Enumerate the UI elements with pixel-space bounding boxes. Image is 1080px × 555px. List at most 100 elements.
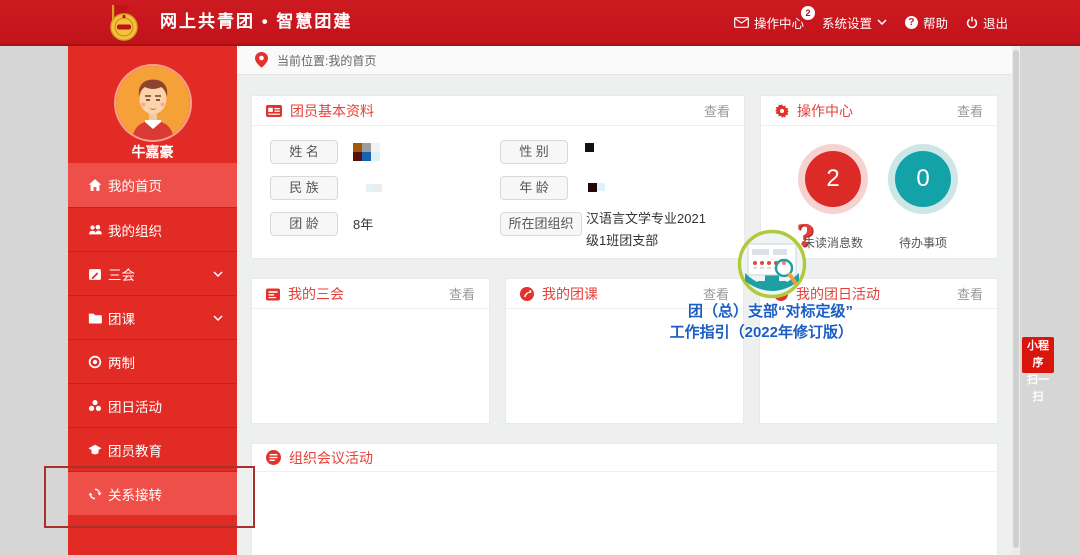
- field-name: 姓 名: [270, 139, 380, 164]
- breadcrumb-text: 当前位置:我的首页: [277, 52, 376, 69]
- field-gender: 性 别: [500, 139, 594, 164]
- todo-items-circle[interactable]: 0: [888, 144, 958, 214]
- gear-icon: [775, 104, 789, 118]
- field-label: 所在团组织: [500, 212, 582, 236]
- my-courses-card: 我的团课 查看: [505, 278, 744, 424]
- field-label: 民 族: [270, 176, 338, 200]
- nav-label: 操作中心: [754, 13, 804, 32]
- recycle-icon: [88, 399, 102, 413]
- card-header: 组织会议活动: [252, 444, 997, 472]
- education-icon: [88, 443, 102, 457]
- card-title: 团员基本资料: [290, 101, 374, 121]
- target-icon: [88, 355, 102, 369]
- scrollbar-thumb[interactable]: [1013, 50, 1019, 548]
- field-value: 8年: [353, 214, 373, 233]
- users-icon: [88, 223, 102, 237]
- card-header: 团员基本资料 查看: [252, 96, 744, 126]
- sidebar-item-relation-transfer[interactable]: 关系接转: [68, 471, 237, 515]
- nav-help[interactable]: 帮助: [905, 13, 948, 32]
- sidebar-menu: 我的首页 我的组织 三会: [68, 163, 237, 515]
- view-link[interactable]: 查看: [957, 284, 983, 303]
- sidebar-item-label: 团日活动: [108, 396, 162, 416]
- field-ethnicity: 民 族: [270, 175, 382, 200]
- field-label: 性 别: [500, 140, 568, 164]
- app-root: 网上共青团 • 智慧团建 操作中心 2 系统设置 帮助: [0, 0, 1080, 555]
- sidebar-item-league-day[interactable]: 团日活动: [68, 383, 237, 427]
- miniprogram-scan-badge[interactable]: 小程序 扫一扫: [1022, 337, 1054, 373]
- redacted-value: [585, 143, 594, 152]
- view-link[interactable]: 查看: [449, 284, 475, 303]
- help-widget-button[interactable]: ?: [737, 229, 807, 299]
- calendar-icon: [266, 287, 280, 301]
- nav-logout[interactable]: 退出: [966, 13, 1008, 32]
- app-header: 网上共青团 • 智慧团建 操作中心 2 系统设置 帮助: [0, 0, 1080, 46]
- org-meetings-card: 组织会议活动: [251, 443, 998, 555]
- announcement-line1: 团（总）支部“对标定级”: [552, 301, 853, 322]
- sidebar-item-meetings[interactable]: 三会: [68, 251, 237, 295]
- breadcrumb: 当前位置:我的首页: [237, 46, 1012, 75]
- redacted-value: [366, 184, 382, 192]
- announcement-link[interactable]: 团（总）支部“对标定级” 工作指引（2022年修订版）: [552, 301, 853, 343]
- chevron-down-icon: [213, 315, 223, 321]
- sidebar-item-member-education[interactable]: 团员教育: [68, 427, 237, 471]
- question-mark-icon: ?: [796, 219, 814, 254]
- sync-icon: [88, 487, 102, 501]
- nav-label: 退出: [983, 13, 1008, 32]
- member-info-card: 团员基本资料 查看 姓 名 性 别 民 族 年 龄: [251, 95, 745, 259]
- nav-label: 帮助: [923, 13, 948, 32]
- user-name: 牛嘉豪: [68, 142, 237, 162]
- field-label: 年 龄: [500, 176, 568, 200]
- sidebar-item-label: 关系接转: [108, 484, 162, 504]
- sidebar-item-organization[interactable]: 我的组织: [68, 207, 237, 251]
- question-icon: [905, 16, 918, 29]
- user-avatar: [116, 66, 190, 140]
- stat-value: 0: [895, 151, 951, 207]
- sidebar-item-home[interactable]: 我的首页: [68, 163, 237, 207]
- nav-system-settings[interactable]: 系统设置: [822, 13, 887, 32]
- field-label: 团 龄: [270, 212, 338, 236]
- view-link[interactable]: 查看: [704, 101, 730, 120]
- card-title: 操作中心: [797, 101, 853, 121]
- chevron-down-icon: [877, 19, 887, 25]
- sidebar-item-label: 两制: [108, 352, 135, 372]
- stat-value: 2: [805, 151, 861, 207]
- power-icon: [966, 16, 978, 29]
- field-age: 年 龄: [500, 175, 605, 200]
- sidebar-item-label: 团课: [108, 308, 135, 328]
- sidebar-item-courses[interactable]: 团课: [68, 295, 237, 339]
- card-title: 组织会议活动: [289, 448, 373, 468]
- sidebar-item-two-systems[interactable]: 两制: [68, 339, 237, 383]
- field-label: 姓 名: [270, 140, 338, 164]
- sidebar-item-label: 我的组织: [108, 220, 162, 240]
- course-icon: [520, 287, 534, 301]
- view-link[interactable]: 查看: [957, 101, 983, 120]
- sidebar-item-label: 三会: [108, 264, 135, 284]
- my-league-day-card: 我的团日活动 查看: [759, 278, 998, 424]
- home-icon: [88, 178, 102, 192]
- nav-operation-center[interactable]: 操作中心 2: [734, 13, 804, 32]
- nav-label: 系统设置: [822, 13, 872, 32]
- header-nav: 操作中心 2 系统设置 帮助 退出: [734, 0, 1008, 44]
- chevron-down-icon: [213, 271, 223, 277]
- field-league-age: 团 龄 8年: [270, 211, 373, 236]
- redacted-value: [353, 143, 380, 161]
- redacted-value: [588, 183, 605, 192]
- unread-messages-circle[interactable]: 2: [798, 144, 868, 214]
- announcement-line2: 工作指引（2022年修订版）: [552, 322, 853, 343]
- card-header: 我的三会 查看: [252, 279, 489, 309]
- field-organization: 所在团组织: [500, 211, 582, 236]
- vertical-scrollbar[interactable]: [1012, 46, 1020, 555]
- envelope-icon: [734, 17, 749, 28]
- badge-line2: 扫一扫: [1022, 372, 1054, 406]
- location-pin-icon: [255, 52, 268, 68]
- document-icon: [266, 450, 281, 465]
- card-title: 我的三会: [288, 284, 344, 304]
- my-meetings-card: 我的三会 查看: [251, 278, 490, 424]
- folder-icon: [88, 311, 102, 325]
- organization-value: 汉语言文学专业2021级1班团支部: [586, 208, 716, 252]
- notification-badge: 2: [801, 6, 815, 20]
- page-title: 网上共青团 • 智慧团建: [160, 0, 352, 44]
- sidebar: 牛嘉豪 我的首页 我的组织 三会: [68, 46, 237, 555]
- edit-icon: [88, 267, 102, 281]
- id-card-icon: [266, 105, 282, 117]
